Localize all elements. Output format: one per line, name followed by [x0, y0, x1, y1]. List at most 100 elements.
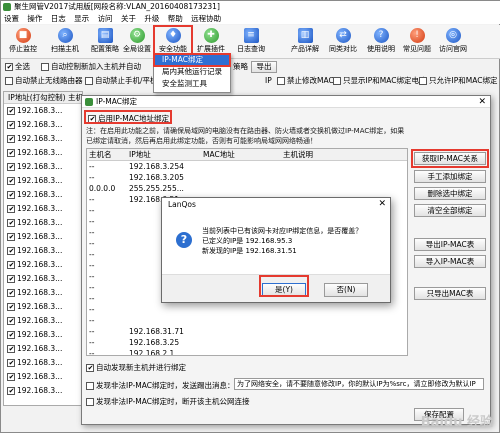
- only-ip-mac-label: 只显示IP和MAC绑定电脑: [343, 76, 427, 85]
- host-check[interactable]: [7, 121, 15, 129]
- table-row[interactable]: 0.0.0.0 255.255.255...: [87, 183, 407, 194]
- host-list-item[interactable]: 192.168.3...: [4, 342, 82, 356]
- yes-button[interactable]: 是(Y): [262, 283, 306, 297]
- menu-item-run-log[interactable]: 局内其他运行记录: [154, 66, 230, 78]
- enable-binding-checkbox[interactable]: 启用IP-MAC地址绑定: [88, 113, 169, 124]
- no-button[interactable]: 否(N): [324, 283, 368, 297]
- menu-about[interactable]: 关于: [121, 14, 136, 23]
- get-ip-mac-button[interactable]: 获取IP-MAC关系: [414, 152, 486, 165]
- table-row[interactable]: -- 192.168.3.205: [87, 172, 407, 183]
- host-list-item[interactable]: 192.168.3...: [4, 104, 82, 118]
- product-detail-button[interactable]: ▥ 产品详解: [285, 27, 325, 57]
- host-list-item[interactable]: 192.168.3...: [4, 370, 82, 384]
- host-list-item[interactable]: 192.168.3...: [4, 272, 82, 286]
- export-button[interactable]: 导出: [251, 61, 277, 73]
- host-list-item[interactable]: 192.168.3...: [4, 160, 82, 174]
- import-ip-mac-button[interactable]: 导入IP-MAC表: [414, 255, 486, 268]
- global-settings-button[interactable]: ⚙ 全局设置: [117, 27, 157, 57]
- menu-log[interactable]: 日志: [51, 14, 66, 23]
- no-modify-mac-checkbox[interactable]: 禁止修改MAC: [277, 74, 334, 88]
- kick-message-checkbox[interactable]: 发现非法IP-MAC绑定时，发送踢出消息：: [86, 380, 234, 391]
- host-list-item[interactable]: 192.168.3...: [4, 244, 82, 258]
- menu-item-ip-mac[interactable]: IP-MAC绑定: [154, 54, 230, 66]
- table-row[interactable]: -- 192.168.3.25: [87, 337, 407, 348]
- host-check[interactable]: [7, 373, 15, 381]
- menu-settings[interactable]: 设置: [4, 14, 19, 23]
- table-row[interactable]: --: [87, 304, 407, 315]
- host-check[interactable]: [7, 135, 15, 143]
- host-check[interactable]: [7, 359, 15, 367]
- host-list-item[interactable]: 192.168.3...: [4, 216, 82, 230]
- menu-display[interactable]: 显示: [74, 14, 89, 23]
- disconnect-checkbox[interactable]: 发现非法IP-MAC绑定时，断开该主机公网连接: [86, 396, 249, 407]
- host-check[interactable]: [7, 317, 15, 325]
- host-list-item[interactable]: 192.168.3...: [4, 202, 82, 216]
- auto-bind-checkbox[interactable]: 自动发现新主机并进行绑定: [86, 362, 186, 373]
- host-check[interactable]: [7, 177, 15, 185]
- host-list-item[interactable]: 192.168.3...: [4, 328, 82, 342]
- stop-monitor-button[interactable]: ■ 停止监控: [3, 27, 43, 57]
- log-query-button[interactable]: ≡ 日志查询: [231, 27, 271, 57]
- compare-button[interactable]: ⇄ 同类对比: [323, 27, 363, 57]
- menu-remote[interactable]: 远程协助: [191, 14, 221, 23]
- usage-button[interactable]: ? 使用说明: [361, 27, 401, 57]
- host-check[interactable]: [7, 289, 15, 297]
- table-row[interactable]: -- 192.168.3.254: [87, 161, 407, 172]
- ip-tail-label: IP: [265, 76, 272, 85]
- host-list-item[interactable]: 192.168.3...: [4, 384, 82, 398]
- host-check[interactable]: [7, 163, 15, 171]
- kick-message-input[interactable]: 为了网络安全，请不要随意修改IP，你的默认IP为%src，请立即修改为默认IP: [234, 378, 484, 390]
- host-list-item[interactable]: 192.168.3...: [4, 188, 82, 202]
- host-check[interactable]: [7, 233, 15, 241]
- host-list-item[interactable]: 192.168.3...: [4, 356, 82, 370]
- host-list-item[interactable]: 192.168.3...: [4, 118, 82, 132]
- menu-upgrade[interactable]: 升级: [144, 14, 159, 23]
- dialog-close-icon[interactable]: ✕: [478, 96, 486, 108]
- host-list-item[interactable]: 192.168.3...: [4, 146, 82, 160]
- host-check[interactable]: [7, 303, 15, 311]
- select-all-checkbox[interactable]: 全选: [5, 60, 30, 74]
- menu-access[interactable]: 访问: [98, 14, 113, 23]
- no-wireless-checkbox[interactable]: 自动禁止无线路由器: [5, 74, 83, 88]
- host-check[interactable]: [7, 219, 15, 227]
- only-no-mac-checkbox[interactable]: 只允许IP和MAC绑定: [419, 74, 497, 88]
- confirm-title: LanQos: [168, 200, 196, 209]
- table-row[interactable]: --: [87, 315, 407, 326]
- host-check[interactable]: [7, 191, 15, 199]
- only-ip-mac-check: [333, 77, 341, 85]
- host-check[interactable]: [7, 331, 15, 339]
- only-ip-mac-checkbox[interactable]: 只显示IP和MAC绑定电脑: [333, 74, 426, 88]
- host-check[interactable]: [7, 387, 15, 395]
- no-phone-checkbox[interactable]: 自动禁止手机/平板: [85, 74, 158, 88]
- host-check[interactable]: [7, 261, 15, 269]
- host-list-item[interactable]: 192.168.3...: [4, 258, 82, 272]
- faq-button[interactable]: ! 常见问题: [397, 27, 437, 57]
- table-row[interactable]: -- 192.168.2.1: [87, 348, 407, 355]
- delete-selected-button[interactable]: 删除选中绑定: [414, 187, 486, 200]
- host-list-item[interactable]: 192.168.3...: [4, 174, 82, 188]
- website-button[interactable]: ◎ 访问官网: [433, 27, 473, 57]
- confirm-close-icon[interactable]: ✕: [378, 198, 386, 210]
- host-check[interactable]: [7, 345, 15, 353]
- export-ip-mac-button[interactable]: 导出IP-MAC表: [414, 238, 486, 251]
- host-list-item[interactable]: 192.168.3...: [4, 132, 82, 146]
- host-list-item[interactable]: 192.168.3...: [4, 300, 82, 314]
- menu-operate[interactable]: 操作: [27, 14, 42, 23]
- scan-host-button[interactable]: ⌕ 扫描主机: [45, 27, 85, 57]
- dialog-title-bar: IP-MAC绑定 ✕: [82, 96, 490, 108]
- menu-item-security-tool[interactable]: 安全监测工具: [154, 78, 230, 90]
- menu-help[interactable]: 帮助: [168, 14, 183, 23]
- auto-control-checkbox[interactable]: 自动控制新加入主机并自动: [41, 60, 141, 74]
- host-list-item[interactable]: 192.168.3...: [4, 286, 82, 300]
- export-mac-only-button[interactable]: 只导出MAC表: [414, 287, 486, 300]
- host-list-item[interactable]: 192.168.3...: [4, 314, 82, 328]
- host-check[interactable]: [7, 247, 15, 255]
- host-check[interactable]: [7, 149, 15, 157]
- host-check[interactable]: [7, 107, 15, 115]
- clear-all-button[interactable]: 清空全部绑定: [414, 204, 486, 217]
- manual-add-button[interactable]: 手工添加绑定: [414, 170, 486, 183]
- host-check[interactable]: [7, 275, 15, 283]
- host-list-item[interactable]: 192.168.3...: [4, 230, 82, 244]
- host-check[interactable]: [7, 205, 15, 213]
- table-row[interactable]: -- 192.168.31.71: [87, 326, 407, 337]
